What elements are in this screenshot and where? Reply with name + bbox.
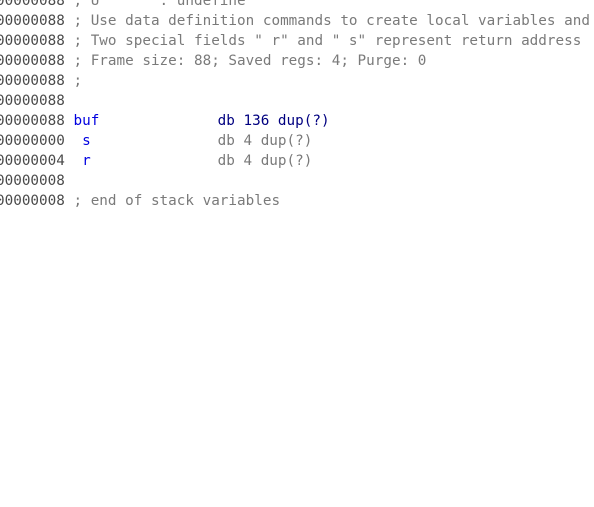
- stack-variable-row[interactable]: 00000088 buf db 136 dup(?): [0, 111, 590, 131]
- comment-line[interactable]: 00000088 ; Two special fields " r" and "…: [0, 31, 590, 51]
- stack-variable-row[interactable]: 00000000 s db 4 dup(?): [0, 131, 590, 151]
- variable-name[interactable]: s: [73, 131, 217, 151]
- variable-name[interactable]: r: [73, 151, 217, 171]
- comment-line[interactable]: 00000008 ; end of stack variables: [0, 191, 590, 211]
- offset-address: 00000088: [0, 0, 65, 9]
- stack-variable-row[interactable]: 00000004 r db 4 dup(?): [0, 151, 590, 171]
- comment-line[interactable]: 00000088: [0, 91, 590, 111]
- variable-definition: db 4 dup(?): [217, 153, 313, 169]
- offset-address: 00000088: [0, 33, 65, 49]
- offset-address: 00000004: [0, 153, 65, 169]
- comment-text: ; Frame size: 88; Saved regs: 4; Purge: …: [73, 53, 427, 69]
- offset-address: 00000088: [0, 73, 65, 89]
- variable-definition: db 136 dup(?): [217, 113, 330, 129]
- variable-name[interactable]: buf: [73, 111, 217, 131]
- comment-line[interactable]: 00000088 ; Use data definition commands …: [0, 11, 590, 31]
- offset-address: 00000088: [0, 53, 65, 69]
- offset-address: 00000088: [0, 113, 65, 129]
- variable-definition: db 4 dup(?): [217, 133, 313, 149]
- comment-text: ; Two special fields " r" and " s" repre…: [73, 33, 582, 49]
- offset-address: 00000008: [0, 173, 65, 189]
- comment-line[interactable]: 00000088 ; U : undefine: [0, 0, 590, 11]
- comment-line[interactable]: 00000088 ;: [0, 71, 590, 91]
- comment-line[interactable]: 00000008: [0, 171, 590, 191]
- offset-address: 00000000: [0, 133, 65, 149]
- offset-address: 00000008: [0, 193, 65, 209]
- comment-text: ; U : undefine: [73, 0, 246, 9]
- comment-text: ; end of stack variables: [73, 193, 281, 209]
- offset-address: 00000088: [0, 13, 65, 29]
- comment-text: ; Use data definition commands to create…: [73, 13, 590, 29]
- comment-line[interactable]: 00000088 ; Frame size: 88; Saved regs: 4…: [0, 51, 590, 71]
- comment-text: ;: [73, 73, 83, 89]
- offset-address: 00000088: [0, 93, 65, 109]
- stack-frame-view[interactable]: 00000088 ; U : undefine 00000088 ; Use da…: [0, 0, 590, 211]
